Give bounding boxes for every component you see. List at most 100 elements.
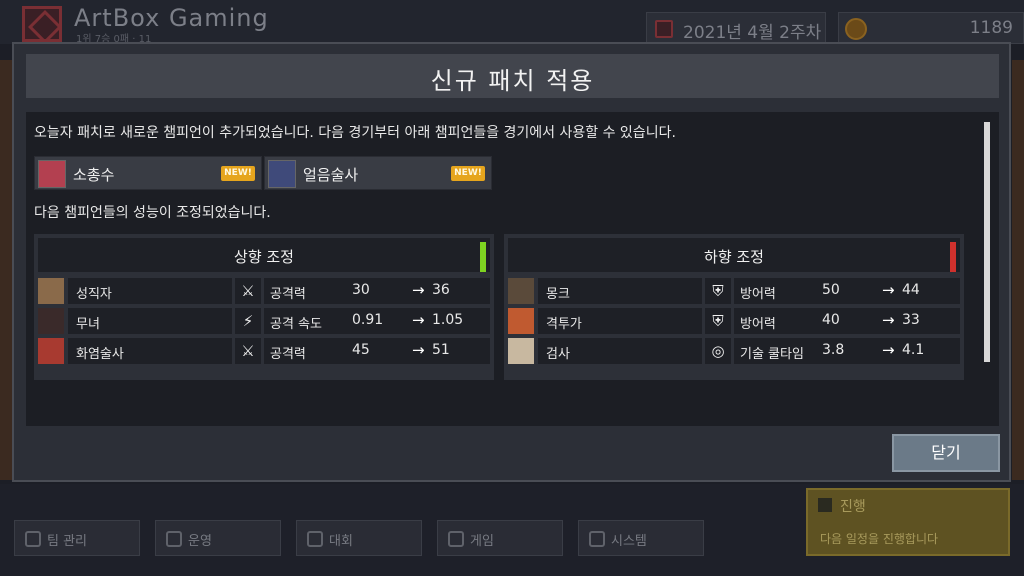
stat-new-value: 4.1 bbox=[902, 342, 925, 358]
stat-name: 공격 속도 bbox=[270, 317, 322, 332]
champion-name: 얼음술사 bbox=[303, 166, 359, 184]
nav-team-management-button[interactable]: 팀 관리 bbox=[14, 520, 140, 556]
cooldown-icon: ◎ bbox=[705, 338, 731, 364]
stat-name: 공격력 bbox=[270, 347, 306, 362]
adjust-note-text: 다음 챔피언들의 성능이 조정되었습니다. bbox=[34, 205, 271, 221]
arrow-right-icon: → bbox=[882, 311, 895, 329]
stat-old-value: 40 bbox=[822, 312, 840, 328]
nav-game-button[interactable]: 게임 bbox=[437, 520, 563, 556]
progress-title: 진행 bbox=[840, 499, 866, 515]
modal-title: 신규 패치 적용 bbox=[430, 67, 595, 95]
stat-new-value: 1.05 bbox=[432, 312, 464, 328]
stat-cell: 방어력 50 → 44 bbox=[734, 278, 960, 304]
champion-portrait bbox=[38, 278, 64, 304]
coin-icon bbox=[845, 18, 867, 40]
gamepad-icon bbox=[448, 531, 464, 547]
arrow-right-icon: → bbox=[412, 311, 425, 329]
arrow-right-icon: → bbox=[412, 341, 425, 359]
champion-name: 소총수 bbox=[73, 166, 115, 184]
champion-portrait bbox=[508, 278, 534, 304]
document-icon bbox=[166, 531, 182, 547]
champion-portrait bbox=[38, 160, 66, 188]
new-champion-card[interactable]: 소총수 NEW! bbox=[34, 156, 262, 190]
sword-icon: ⚔ bbox=[235, 278, 261, 304]
date-display: 2021년 4월 2주차 bbox=[646, 12, 826, 44]
new-champion-card[interactable]: 얼음술사 NEW! bbox=[264, 156, 492, 190]
stat-new-value: 51 bbox=[432, 342, 450, 358]
nerf-row: 격투가 ⛨ 방어력 40 → 33 bbox=[508, 308, 960, 334]
champion-name: 무녀 bbox=[68, 308, 232, 334]
nav-label: 팀 관리 bbox=[47, 534, 88, 549]
new-badge: NEW! bbox=[221, 166, 255, 181]
buff-header: 상향 조정 bbox=[38, 238, 490, 272]
nav-operation-button[interactable]: 운영 bbox=[155, 520, 281, 556]
sword-icon: ⚔ bbox=[235, 338, 261, 364]
stat-old-value: 3.8 bbox=[822, 342, 845, 358]
nav-label: 게임 bbox=[470, 534, 494, 549]
stat-old-value: 30 bbox=[352, 282, 370, 298]
stat-new-value: 44 bbox=[902, 282, 920, 298]
date-text: 2021년 4월 2주차 bbox=[683, 23, 822, 43]
buff-row: 화염술사 ⚔ 공격력 45 → 51 bbox=[38, 338, 490, 364]
champion-portrait bbox=[38, 308, 64, 334]
stat-name: 공격력 bbox=[270, 287, 306, 302]
stat-new-value: 36 bbox=[432, 282, 450, 298]
stat-old-value: 0.91 bbox=[352, 312, 384, 328]
champion-portrait bbox=[508, 338, 534, 364]
shield-icon bbox=[25, 531, 41, 547]
studio-logo-icon bbox=[22, 6, 62, 42]
progress-desc: 다음 일정을 진행합니다 bbox=[820, 532, 939, 546]
armor-icon: ⛨ bbox=[705, 308, 731, 334]
nav-tournament-button[interactable]: 대회 bbox=[296, 520, 422, 556]
background-strip-right bbox=[1012, 60, 1024, 480]
patch-modal: 신규 패치 적용 오늘자 패치로 새로운 챔피언이 추가되었습니다. 다음 경기… bbox=[12, 42, 1011, 482]
stat-name: 방어력 bbox=[740, 287, 776, 302]
buff-row: 성직자 ⚔ 공격력 30 → 36 bbox=[38, 278, 490, 304]
nerf-color-bar bbox=[950, 242, 956, 272]
stat-old-value: 45 bbox=[352, 342, 370, 358]
close-button[interactable]: 닫기 bbox=[892, 434, 1000, 472]
scrollbar[interactable] bbox=[984, 122, 990, 362]
modal-header: 신규 패치 적용 bbox=[26, 54, 999, 98]
nerf-row: 검사 ◎ 기술 쿨타임 3.8 → 4.1 bbox=[508, 338, 960, 364]
nerf-title: 하향 조정 bbox=[704, 248, 764, 266]
stat-cell: 공격력 45 → 51 bbox=[264, 338, 490, 364]
champion-name: 성직자 bbox=[68, 278, 232, 304]
champion-portrait bbox=[38, 338, 64, 364]
attack-speed-icon: ⚡ bbox=[235, 308, 261, 334]
nav-label: 대회 bbox=[329, 534, 353, 549]
champion-name: 몽크 bbox=[538, 278, 702, 304]
studio-name: ArtBox Gaming bbox=[74, 4, 269, 32]
stat-name: 기술 쿨타임 bbox=[740, 347, 804, 362]
nav-label: 운영 bbox=[188, 534, 212, 549]
stat-cell: 기술 쿨타임 3.8 → 4.1 bbox=[734, 338, 960, 364]
nav-system-button[interactable]: 시스템 bbox=[578, 520, 704, 556]
patch-intro-text: 오늘자 패치로 새로운 챔피언이 추가되었습니다. 다음 경기부터 아래 챔피언… bbox=[34, 125, 676, 141]
background-strip-left bbox=[0, 60, 12, 480]
buff-title: 상향 조정 bbox=[234, 248, 294, 266]
progress-icon bbox=[818, 498, 832, 512]
nerf-row: 몽크 ⛨ 방어력 50 → 44 bbox=[508, 278, 960, 304]
nav-label: 시스템 bbox=[611, 534, 647, 549]
arrow-right-icon: → bbox=[882, 341, 895, 359]
stat-cell: 공격력 30 → 36 bbox=[264, 278, 490, 304]
calendar-icon bbox=[655, 20, 673, 38]
champion-portrait bbox=[268, 160, 296, 188]
new-badge: NEW! bbox=[451, 166, 485, 181]
stat-cell: 공격 속도 0.91 → 1.05 bbox=[264, 308, 490, 334]
stat-new-value: 33 bbox=[902, 312, 920, 328]
armor-icon: ⛨ bbox=[705, 278, 731, 304]
gear-icon bbox=[589, 531, 605, 547]
arrow-right-icon: → bbox=[412, 281, 425, 299]
gold-display: 1189 bbox=[838, 12, 1024, 44]
modal-body: 오늘자 패치로 새로운 챔피언이 추가되었습니다. 다음 경기부터 아래 챔피언… bbox=[26, 112, 999, 426]
progress-button[interactable]: 진행 다음 일정을 진행합니다 bbox=[806, 488, 1010, 556]
champion-name: 검사 bbox=[538, 338, 702, 364]
buff-row: 무녀 ⚡ 공격 속도 0.91 → 1.05 bbox=[38, 308, 490, 334]
champion-name: 격투가 bbox=[538, 308, 702, 334]
stat-old-value: 50 bbox=[822, 282, 840, 298]
gold-value: 1189 bbox=[969, 18, 1013, 38]
trophy-icon bbox=[307, 531, 323, 547]
champion-portrait bbox=[508, 308, 534, 334]
nerf-header: 하향 조정 bbox=[508, 238, 960, 272]
